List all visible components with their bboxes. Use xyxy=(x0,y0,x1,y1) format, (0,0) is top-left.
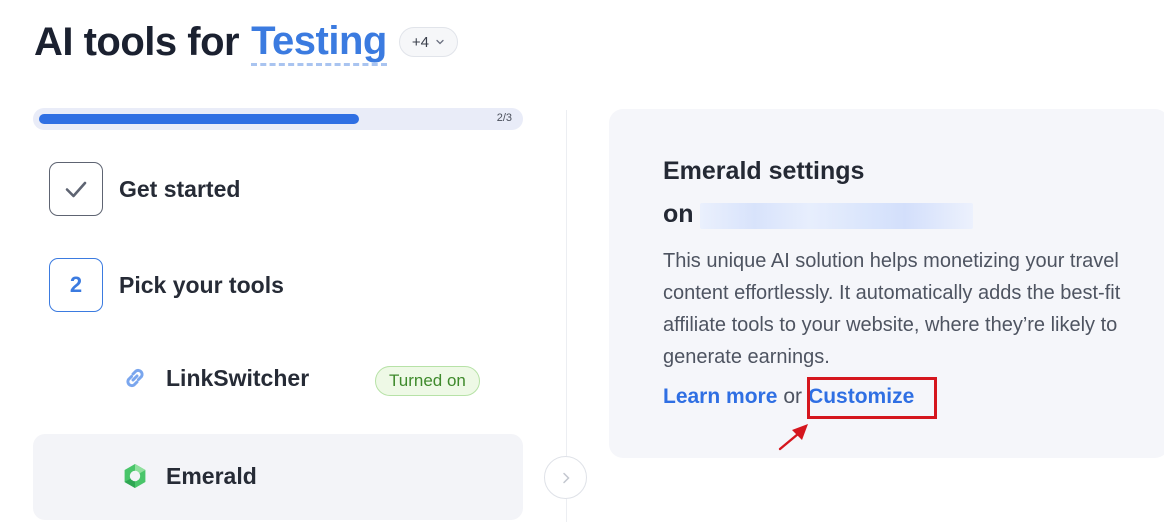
tool-name: LinkSwitcher xyxy=(166,364,310,391)
check-icon xyxy=(65,181,87,198)
chevron-down-icon xyxy=(436,39,444,45)
title-prefix: AI tools for xyxy=(34,19,240,64)
page-title: AI tools for Testing +4 xyxy=(34,14,458,70)
or-text: or xyxy=(783,385,803,408)
emerald-settings-panel: Emerald settings on This unique AI solut… xyxy=(609,109,1164,458)
progress-label: 2/3 xyxy=(496,112,512,124)
customize-link[interactable]: Customize xyxy=(808,385,914,409)
tool-linkswitcher[interactable]: LinkSwitcher xyxy=(121,364,309,392)
tool-name: Emerald xyxy=(166,462,257,489)
panel-on-label: on xyxy=(663,200,694,228)
step-number-box: 2 xyxy=(49,258,103,312)
pointer-arrow-icon xyxy=(778,424,808,451)
step-pick-tools[interactable]: 2 Pick your tools xyxy=(49,258,284,312)
category-selector-link[interactable]: Testing xyxy=(251,19,387,66)
tool-emerald[interactable]: Emerald xyxy=(121,462,257,490)
step-check-box xyxy=(49,162,103,216)
panel-links: Learn more or Customize xyxy=(663,385,914,409)
next-button[interactable] xyxy=(544,456,587,499)
more-count: +4 xyxy=(411,33,429,51)
setup-progress-bar: 2/3 xyxy=(33,108,523,130)
progress-fill xyxy=(39,114,359,124)
more-categories-button[interactable]: +4 xyxy=(398,27,458,57)
step-get-started[interactable]: Get started xyxy=(49,162,240,216)
learn-more-link[interactable]: Learn more xyxy=(663,385,777,409)
panel-title: Emerald settings xyxy=(663,157,865,185)
status-badge: Turned on xyxy=(375,366,480,396)
chevron-right-icon xyxy=(562,472,570,483)
emerald-logo-icon xyxy=(124,464,146,488)
panel-description: This unique AI solution helps monetizing… xyxy=(663,250,1121,368)
link-icon xyxy=(126,368,144,388)
step-label: Pick your tools xyxy=(119,271,284,298)
tool-emerald-selected[interactable] xyxy=(33,434,523,520)
blurred-website-name xyxy=(700,203,973,229)
step-label: Get started xyxy=(119,175,241,202)
